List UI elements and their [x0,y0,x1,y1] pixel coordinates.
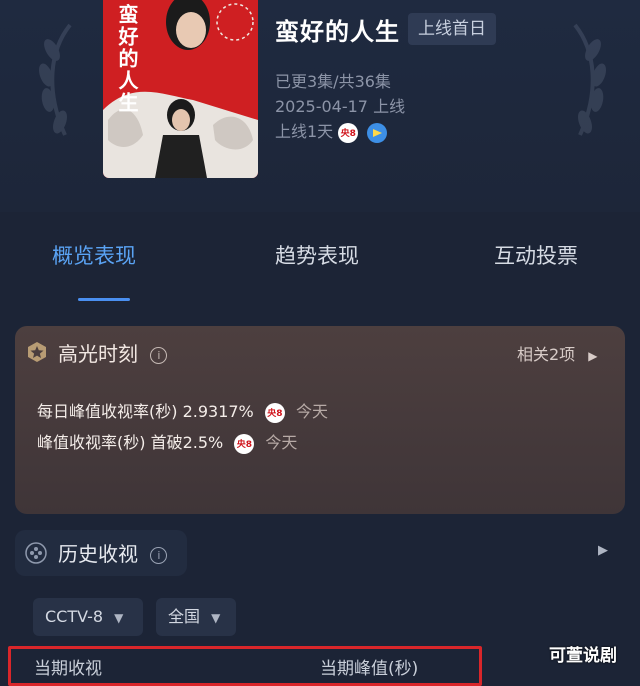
history-title: 历史收视 [58,542,138,566]
watermark: 可萱说剧 [549,646,617,666]
channel-select[interactable]: CCTV-8 ▼ [33,598,143,636]
tab-trend[interactable]: 趋势表现 [275,240,359,270]
episode-count: 已更3集/共36集 [275,72,391,91]
chevron-down-icon: ▼ [114,611,124,625]
online-days: 上线1天 [275,122,334,141]
column-peak-rating: 当期峰值(秒) [320,659,419,679]
column-current-rating: 当期收视 [34,659,102,679]
history-title-row: 历史收视 i [58,538,168,567]
gamepad-icon [25,542,47,564]
info-icon[interactable]: i [150,347,168,364]
tab-vote[interactable]: 互动投票 [494,240,578,270]
cctv8-logo-icon: 央8 [264,402,285,423]
highlight-item-date: 今天 [265,433,298,452]
poster-title: 蛮好的人生 [115,4,139,114]
online-days-row: 上线1天 央8 [275,118,388,143]
channel-select-value: CCTV-8 [45,607,104,626]
first-day-badge: 上线首日 [408,13,496,45]
highlight-item-date: 今天 [295,402,328,421]
show-poster[interactable]: 蛮好的人生 [103,0,258,178]
chevron-right-icon: ▶ [588,349,598,363]
cctv8-logo-icon: 央8 [234,433,255,454]
cctv8-logo-icon: 央8 [338,122,359,143]
highlight-related-link[interactable]: 相关2项 ▶ [517,341,598,365]
highlight-title: 高光时刻 [58,342,138,366]
release-date: 2025-04-17 上线 [275,97,406,116]
highlight-item-text: 峰值收视率(秒) 首破2.5% [37,433,224,452]
laurel-right-icon [573,23,606,136]
highlight-item-text: 每日峰值收视率(秒) 2.9317% [37,402,254,421]
tab-overview[interactable]: 概览表现 [52,240,136,270]
history-expand-chevron-icon[interactable]: ▶ [598,543,608,558]
highlight-item: 峰值收视率(秒) 首破2.5% 央8 今天 [37,429,297,454]
highlight-related-label: 相关2项 [517,345,576,364]
star-badge-icon [28,342,46,362]
laurel-left-icon [39,23,72,136]
highlight-item: 每日峰值收视率(秒) 2.9317% 央8 今天 [37,398,328,423]
region-select-value: 全国 [168,607,201,626]
active-tab-indicator [78,298,130,301]
highlight-title-row: 高光时刻 i [58,338,168,367]
chevron-down-icon: ▼ [211,611,221,625]
streaming-platform-icon [367,122,388,143]
region-select[interactable]: 全国 ▼ [156,598,236,636]
info-icon[interactable]: i [150,547,168,564]
show-title: 蛮好的人生 [275,18,400,46]
